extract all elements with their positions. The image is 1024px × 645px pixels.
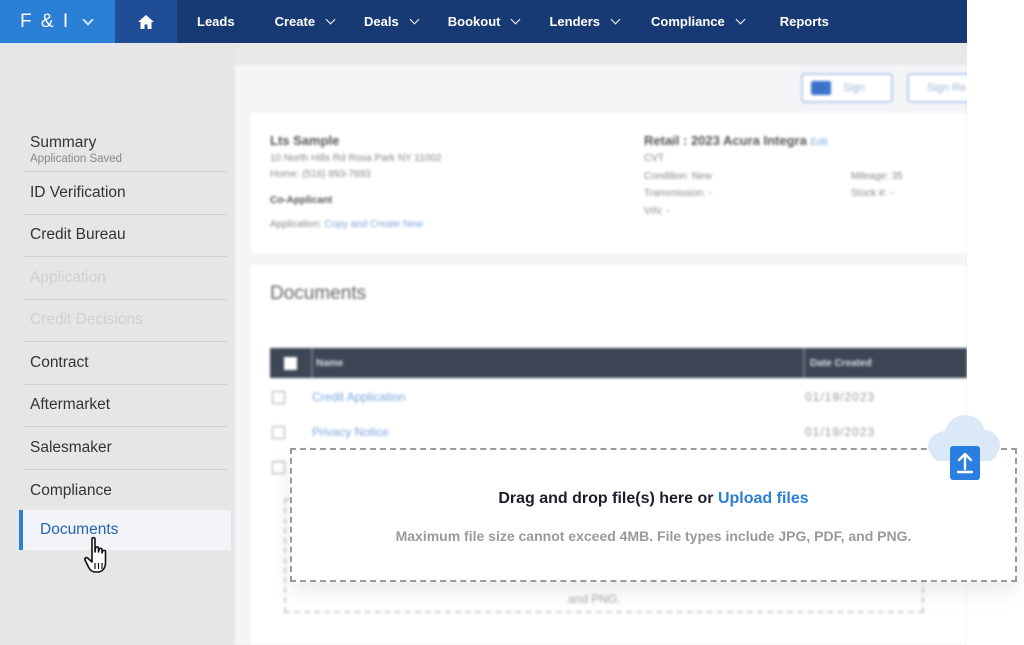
nav-deals[interactable]: Deals	[346, 0, 430, 43]
customer-name: Lts Sample	[270, 133, 340, 148]
sidebar-item-id-verification[interactable]: ID Verification	[24, 172, 227, 215]
sign-remote-label: Sign Re	[927, 82, 967, 94]
nav-leads[interactable]: Leads	[177, 0, 253, 43]
sidebar-item-label: Credit Bureau	[30, 226, 126, 244]
header-divider	[311, 348, 313, 378]
vehicle-title-text: Retail : 2023 Acura Integra	[644, 133, 807, 148]
chevron-down-icon	[511, 14, 521, 25]
sidebar-item-aftermarket[interactable]: Aftermarket	[24, 385, 227, 427]
document-date: 01/19/2023	[805, 425, 876, 439]
chevron-down-icon	[735, 14, 746, 25]
vehicle-edit-link[interactable]: Edit	[810, 137, 827, 148]
application-label: Application:	[270, 219, 322, 230]
upload-files-link[interactable]: Upload files	[718, 490, 809, 507]
documents-title: Documents	[270, 283, 367, 304]
sidebar-item-salesmaker[interactable]: Salesmaker	[24, 427, 227, 470]
vehicle-transmission: Transmission: -	[644, 188, 712, 199]
column-header-name[interactable]: Name	[316, 358, 343, 369]
nav-deals-label: Deals	[364, 14, 399, 29]
sidebar-item-credit-bureau[interactable]: Credit Bureau	[24, 215, 227, 257]
table-row[interactable]: Privacy Notice 01/19/2023	[270, 417, 967, 447]
cloud-upload-icon[interactable]	[925, 413, 1003, 483]
nav-lenders-label: Lenders	[549, 14, 601, 29]
nav-bookout-label: Bookout	[447, 14, 501, 29]
sidebar-item-label: Salesmaker	[30, 438, 112, 456]
sign-remote-button[interactable]: Sign Re	[907, 73, 967, 103]
sidebar-item-label: Summary	[30, 134, 97, 151]
top-navigation: F & I Leads Create Deals Bookout Lenders	[0, 0, 967, 43]
file-dropzone[interactable]: Drag and drop file(s) here or Upload fil…	[290, 448, 1017, 582]
sidebar-item-label: Application	[30, 268, 106, 286]
nav-reports-label: Reports	[779, 14, 829, 29]
document-date: 01/19/2023	[805, 390, 876, 404]
brand-title: F & I	[20, 10, 71, 32]
sidebar-item-contract[interactable]: Contract	[24, 342, 227, 385]
documents-table-header: Name Date Created	[270, 348, 967, 378]
vehicle-condition: Condition: New	[644, 171, 712, 182]
sign-label: Sign	[843, 82, 866, 94]
application-row: Application: Copy and Create New	[270, 219, 423, 230]
sidebar-item-label: Credit Decisions	[30, 311, 143, 329]
home-phone-value: (516) 893-7693	[302, 169, 371, 180]
vehicle-vin: VIN: -	[644, 206, 670, 217]
summary-status: Application Saved	[30, 153, 123, 165]
dropzone-title: Drag and drop file(s) here or Upload fil…	[292, 490, 1015, 508]
table-row[interactable]: Credit Application 01/19/2023	[270, 382, 967, 412]
customer-address: 10 North Hills Rd Rosa Park NY 11002	[270, 153, 442, 164]
select-all-checkbox[interactable]	[284, 357, 297, 370]
coapplicant-label: Co-Applicant	[270, 195, 333, 206]
nav-compliance-label: Compliance	[651, 14, 725, 29]
vehicle-title: Retail : 2023 Acura Integra Edit	[644, 133, 828, 148]
sidebar-item-label: Aftermarket	[30, 396, 111, 414]
chevron-down-icon	[610, 14, 621, 25]
home-icon	[138, 14, 154, 29]
home-phone-label: Home:	[270, 169, 300, 180]
row-checkbox[interactable]	[272, 391, 285, 404]
sidebar-item-summary[interactable]: Summary Application Saved	[24, 129, 227, 172]
column-header-date[interactable]: Date Created	[810, 358, 872, 369]
nav-reports[interactable]: Reports	[756, 0, 841, 43]
row-checkbox[interactable]	[272, 461, 285, 474]
sidebar-item-compliance[interactable]: Compliance	[24, 470, 227, 513]
nav-bookout[interactable]: Bookout	[430, 0, 532, 43]
customer-home-phone: Home: (516) 893-7693	[270, 169, 371, 180]
nav-lenders[interactable]: Lenders	[531, 0, 631, 43]
nav-compliance[interactable]: Compliance	[631, 0, 756, 43]
sidebar-item-label: ID Verification	[30, 183, 126, 201]
row-checkbox[interactable]	[272, 426, 285, 439]
nav-leads-label: Leads	[197, 14, 235, 29]
vehicle-trim: CVT	[644, 153, 664, 164]
home-button[interactable]	[115, 0, 177, 43]
sign-button[interactable]: Sign	[801, 73, 893, 103]
chevron-down-icon	[409, 14, 420, 25]
sidebar-item-label: Compliance	[30, 481, 112, 499]
copy-create-new-link[interactable]: Copy and Create New	[324, 219, 422, 230]
deal-info-card: Lts Sample 10 North Hills Rd Rosa Park N…	[251, 113, 967, 253]
background-dropzone-text: and PNG.	[568, 592, 621, 606]
dropzone-title-text: Drag and drop file(s) here or	[498, 490, 714, 507]
document-name-link[interactable]: Credit Application	[312, 390, 405, 404]
dropzone-subtitle: Maximum file size cannot exceed 4MB. Fil…	[395, 528, 912, 544]
chevron-down-icon	[325, 14, 336, 25]
document-name-link[interactable]: Privacy Notice	[312, 425, 389, 439]
vehicle-mileage: Mileage: 35	[851, 171, 903, 182]
chevron-down-icon	[82, 13, 94, 26]
sidebar-item-application: Application	[24, 257, 227, 300]
sidebar-item-credit-decisions: Credit Decisions	[24, 300, 227, 342]
brand-menu[interactable]: F & I	[0, 0, 115, 43]
sidebar-item-label: Contract	[30, 353, 89, 371]
nav-create[interactable]: Create	[253, 0, 346, 43]
hand-pointer-icon	[84, 536, 107, 573]
sidebar-item-documents[interactable]: Documents	[19, 510, 231, 550]
vehicle-stock: Stock #: -	[851, 188, 894, 199]
header-divider	[803, 348, 805, 378]
sign-icon	[811, 81, 831, 95]
nav-create-label: Create	[274, 14, 316, 29]
sidebar-menu: Summary Application Saved ID Verificatio…	[24, 129, 227, 512]
